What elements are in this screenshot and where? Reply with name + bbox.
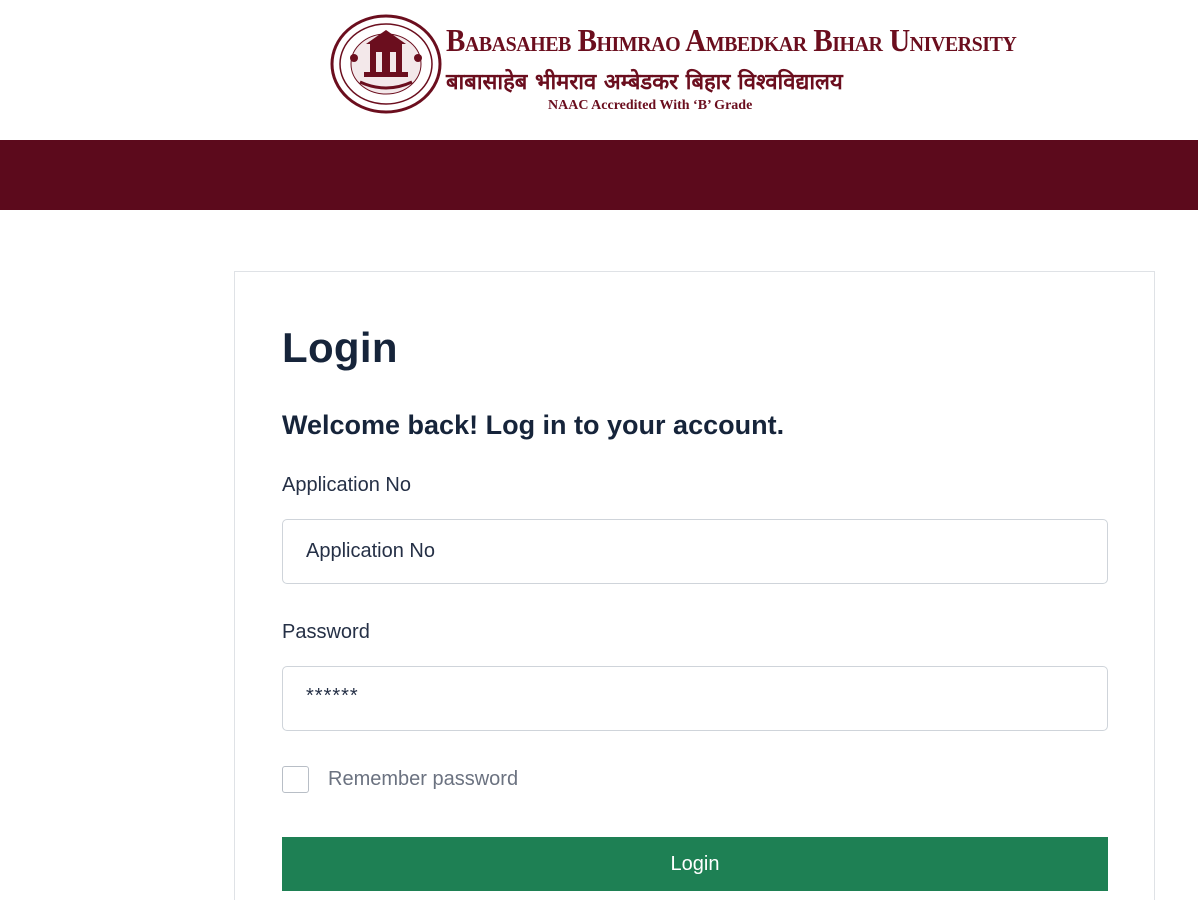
- accreditation-text: NAAC Accredited With ‘B’ Grade: [548, 98, 753, 113]
- header-band: [0, 140, 1198, 210]
- university-name-hindi: बाबासाहेब भीमराव अम्बेडकर बिहार विश्वविद…: [446, 70, 843, 95]
- university-logo[interactable]: Babasaheb Bhimrao Ambedkar Bihar Univers…: [330, 14, 1017, 118]
- university-name: Babasaheb Bhimrao Ambedkar Bihar Univers…: [446, 24, 1017, 59]
- remember-password-checkbox[interactable]: [282, 766, 309, 793]
- site-header: Babasaheb Bhimrao Ambedkar Bihar Univers…: [0, 0, 1198, 140]
- application-no-value: Application No: [306, 540, 435, 562]
- remember-password-row[interactable]: Remember password: [282, 766, 518, 793]
- university-seal-icon: [330, 14, 442, 114]
- password-value: ******: [306, 685, 359, 707]
- remember-password-label[interactable]: Remember password: [328, 768, 518, 791]
- password-input[interactable]: ******: [282, 666, 1108, 731]
- page-title: Login: [282, 324, 398, 371]
- login-button[interactable]: Login: [282, 837, 1108, 891]
- welcome-heading: Welcome back! Log in to your account.: [282, 410, 785, 440]
- application-no-label: Application No: [282, 474, 411, 496]
- application-no-input[interactable]: Application No: [282, 519, 1108, 584]
- login-card: Login Welcome back! Log in to your accou…: [234, 271, 1155, 900]
- password-label: Password: [282, 621, 370, 643]
